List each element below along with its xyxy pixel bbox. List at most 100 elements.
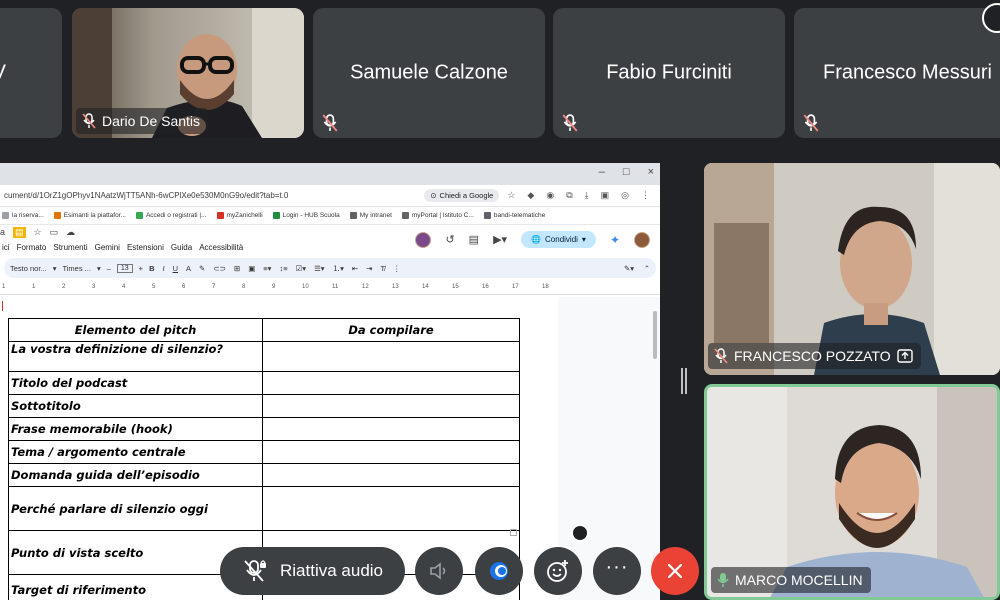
star-icon[interactable]: ☆ bbox=[34, 227, 42, 238]
align-icon[interactable]: ≡▾ bbox=[263, 264, 271, 273]
bold-icon[interactable]: B bbox=[149, 264, 154, 273]
line-spacing-icon[interactable]: ↕≡ bbox=[279, 264, 287, 273]
unmute-button[interactable]: Riattiva audio bbox=[220, 547, 406, 595]
table-resize-handle[interactable] bbox=[510, 529, 517, 536]
url-text[interactable]: cument/d/1OrZ1gOPhyv1NAatzWjTT5ANh-6wCPl… bbox=[4, 191, 424, 200]
share-button[interactable]: 🌐 Condividi ▾ bbox=[521, 231, 596, 248]
collapse-icon[interactable]: ⌃ bbox=[644, 264, 650, 273]
menu-item[interactable]: Formato bbox=[17, 243, 47, 252]
kebab-menu-icon[interactable]: ⋮ bbox=[641, 190, 650, 201]
profile-icon[interactable]: ◎ bbox=[621, 190, 629, 201]
menu-item[interactable]: Accessibilità bbox=[199, 243, 243, 252]
indent-less-icon[interactable]: ⇤ bbox=[352, 264, 358, 273]
leave-call-button[interactable] bbox=[651, 547, 699, 595]
meet-icon[interactable]: ▶▾ bbox=[493, 233, 507, 246]
highlight-icon[interactable]: ✎ bbox=[199, 264, 205, 273]
font-select[interactable]: Times ... bbox=[62, 264, 90, 273]
speaker-button[interactable] bbox=[415, 547, 463, 595]
font-size-input[interactable]: 13 bbox=[116, 263, 133, 273]
address-bar[interactable]: cument/d/1OrZ1gOPhyv1NAatzWjTT5ANh-6wCPl… bbox=[0, 185, 660, 207]
bookmark-icon bbox=[2, 212, 9, 219]
participant-tile-marco-mocellin[interactable]: MARCO MOCELLIN bbox=[704, 384, 1000, 600]
chiedi-a-google-button[interactable]: ⊙ Chiedi a Google bbox=[424, 189, 500, 202]
cloud-icon[interactable]: ☁ bbox=[66, 227, 75, 238]
comment-icon[interactable]: ▤ bbox=[469, 233, 479, 246]
more-options-button[interactable]: ··· bbox=[593, 547, 641, 595]
reactions-button[interactable] bbox=[534, 547, 582, 595]
bookmark-item[interactable]: myZanichelli bbox=[216, 212, 263, 219]
collaborator-avatar[interactable] bbox=[415, 231, 432, 248]
minus-icon[interactable]: – bbox=[107, 264, 111, 273]
effects-button[interactable] bbox=[475, 547, 523, 595]
bookmark-item[interactable]: My intranet bbox=[349, 212, 392, 219]
bookmark-item[interactable]: Esimanti la piattafor... bbox=[53, 212, 126, 219]
menu-item[interactable]: Estensioni bbox=[127, 243, 164, 252]
participant-tile-fabio[interactable]: Fabio Furciniti bbox=[553, 8, 785, 138]
table-row[interactable]: Tema / argomento centrale bbox=[8, 440, 520, 464]
ruler[interactable]: 1 1 2 3 4 5 6 7 8 9 10 11 12 13 14 15 16 17 18 bbox=[0, 281, 660, 295]
table-row[interactable]: Titolo del podcast bbox=[8, 371, 520, 395]
docs-app-icon[interactable]: ▤ bbox=[13, 227, 26, 238]
numbered-list-icon[interactable]: ⒈▾ bbox=[333, 263, 344, 274]
table-row[interactable]: Sottotitolo bbox=[8, 394, 520, 418]
menu-item[interactable]: Guida bbox=[171, 243, 192, 252]
participant-tile-v[interactable]: V bbox=[0, 8, 62, 138]
link-icon[interactable]: ⊂⊃ bbox=[213, 264, 226, 273]
table-row[interactable]: La vostra definizione di silenzio? bbox=[8, 341, 520, 372]
table-cell-input[interactable] bbox=[262, 394, 520, 418]
scrollbar[interactable] bbox=[653, 311, 657, 359]
style-select[interactable]: Testo nor... bbox=[10, 264, 47, 273]
folder-icon[interactable]: ▭ bbox=[50, 227, 59, 238]
layout-divider-handle[interactable] bbox=[681, 368, 687, 394]
extension-icon[interactable]: ◆ bbox=[527, 190, 534, 201]
edit-mode-icon[interactable]: ✎▾ bbox=[624, 264, 634, 273]
more-icon[interactable]: ⋮ bbox=[393, 264, 401, 273]
plus-icon[interactable]: + bbox=[139, 264, 143, 273]
bookmark-icon bbox=[53, 212, 61, 219]
close-window-icon[interactable]: × bbox=[648, 166, 654, 178]
account-avatar[interactable] bbox=[634, 231, 650, 248]
gemini-icon[interactable]: ✦ bbox=[610, 233, 620, 247]
table-cell-label: Sottotitolo bbox=[8, 394, 263, 418]
table-row[interactable]: Frase memorabile (hook) bbox=[8, 417, 520, 441]
bookmark-item[interactable]: myPortal | Istituto C... bbox=[401, 212, 474, 219]
participant-tile-francesco-messuri[interactable]: Francesco Messuri bbox=[794, 8, 1000, 138]
copy-icon[interactable]: ▣ bbox=[601, 190, 610, 201]
participant-tile-francesco-pozzato[interactable]: FRANCESCO POZZATO bbox=[704, 163, 1000, 375]
menu-item[interactable]: Gemini bbox=[95, 243, 120, 252]
star-icon[interactable]: ☆ bbox=[507, 190, 515, 201]
participant-tile-samuele[interactable]: Samuele Calzone bbox=[313, 8, 545, 138]
table-row[interactable]: Domanda guida dell’episodio bbox=[8, 463, 520, 487]
minimize-icon[interactable]: – bbox=[599, 166, 605, 178]
history-icon[interactable]: ↺ bbox=[445, 233, 454, 246]
bookmark-item[interactable]: Accedi o registrati |... bbox=[135, 212, 207, 219]
bookmark-item[interactable]: bandi-telematiche bbox=[483, 212, 545, 219]
italic-icon[interactable]: I bbox=[162, 264, 164, 273]
table-cell-input[interactable] bbox=[262, 341, 520, 372]
participant-tile-dario[interactable]: Dario De Santis bbox=[72, 8, 304, 138]
screen-share-indicator-icon[interactable] bbox=[571, 524, 589, 542]
table-cell-input[interactable] bbox=[262, 463, 520, 487]
underline-icon[interactable]: U bbox=[173, 264, 178, 273]
clear-format-icon[interactable]: T̸ bbox=[380, 264, 385, 273]
bookmark-item[interactable]: la riserva... bbox=[2, 212, 44, 219]
image-icon[interactable]: ▣ bbox=[248, 264, 255, 273]
record-icon[interactable]: ◉ bbox=[546, 190, 554, 201]
menu-item[interactable]: Strumenti bbox=[53, 243, 87, 252]
table-cell-input[interactable] bbox=[262, 417, 520, 441]
add-comment-icon[interactable]: ⊞ bbox=[234, 264, 240, 273]
checklist-icon[interactable]: ☑▾ bbox=[296, 264, 307, 273]
download-icon[interactable]: ⤓ bbox=[585, 190, 589, 201]
table-cell-input[interactable] bbox=[262, 371, 520, 395]
indent-more-icon[interactable]: ⇥ bbox=[366, 264, 372, 273]
table-row[interactable]: Perché parlare di silenzio oggi bbox=[8, 486, 520, 531]
maximize-icon[interactable]: □ bbox=[623, 166, 630, 178]
bookmark-item[interactable]: Login - HUB Scuola bbox=[272, 212, 340, 219]
puzzle-icon[interactable]: ⧉ bbox=[566, 190, 572, 201]
menu-item[interactable]: ici bbox=[2, 243, 10, 252]
doc-icon[interactable]: a bbox=[0, 227, 5, 238]
bullet-list-icon[interactable]: ☰▾ bbox=[314, 264, 325, 273]
text-color-icon[interactable]: A bbox=[186, 264, 191, 273]
table-cell-input[interactable] bbox=[262, 440, 520, 464]
table-cell-input[interactable] bbox=[262, 486, 520, 531]
